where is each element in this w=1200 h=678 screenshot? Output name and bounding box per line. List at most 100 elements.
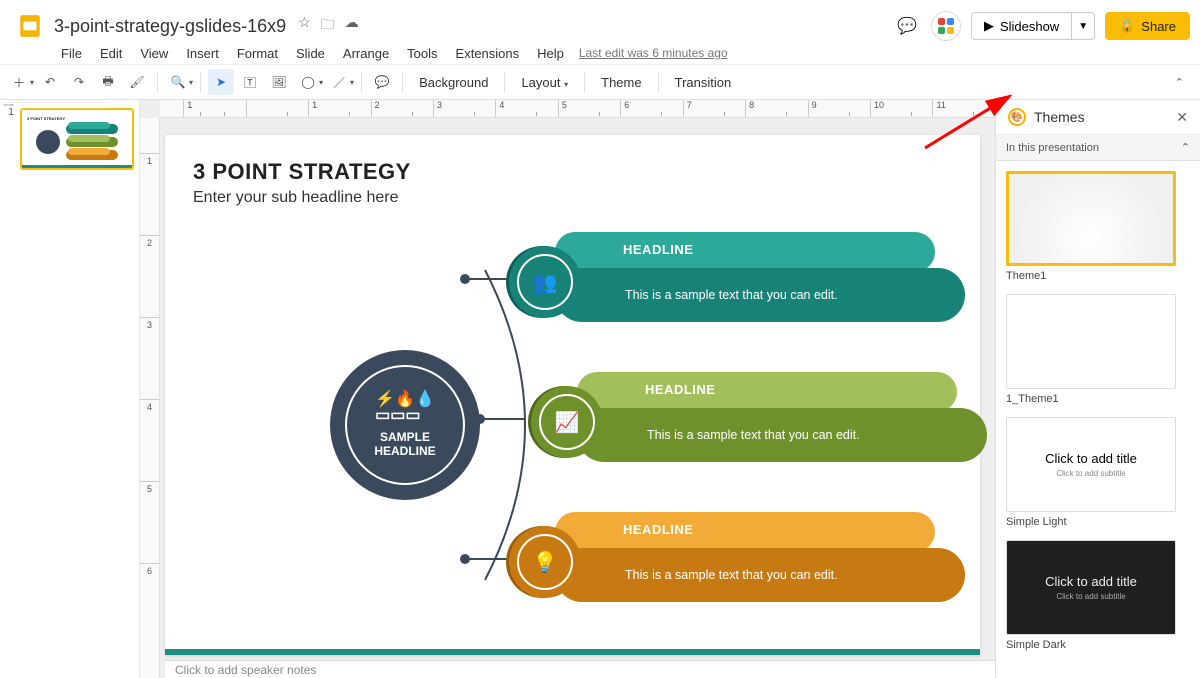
- menu-format[interactable]: Format: [228, 44, 287, 63]
- theme-card-simple-light[interactable]: Click to add title Click to add subtitle: [1006, 417, 1176, 512]
- meet-button[interactable]: [931, 11, 961, 41]
- new-slide-button[interactable]: ＋: [6, 69, 32, 95]
- undo-button[interactable]: ↶: [37, 69, 63, 95]
- ruler-tick: 5: [558, 100, 620, 117]
- idea-icon: 💡: [517, 534, 573, 590]
- theme-button[interactable]: Theme: [592, 75, 650, 90]
- growth-icon: 📈: [539, 394, 595, 450]
- comments-icon[interactable]: 💬: [893, 12, 921, 40]
- branch-3[interactable]: HEADLINE This is a sample text that you …: [503, 510, 963, 605]
- select-tool[interactable]: ➤: [208, 69, 234, 95]
- branch-1[interactable]: HEADLINE This is a sample text that you …: [503, 230, 963, 325]
- slideshow-label: Slideshow: [1000, 19, 1059, 34]
- menu-view[interactable]: View: [131, 44, 177, 63]
- image-tool[interactable]: 🖼: [266, 69, 292, 95]
- ruler-tick: 4: [140, 399, 159, 481]
- share-button[interactable]: 🔒 Share: [1105, 12, 1190, 40]
- slides-logo[interactable]: [10, 6, 50, 46]
- themes-panel: 🎨 Themes ✕ In this presentation ⌃ Theme1…: [995, 100, 1200, 678]
- redo-button[interactable]: ↷: [66, 69, 92, 95]
- branch-1-headline: HEADLINE: [623, 242, 693, 257]
- center-text-1: SAMPLE: [380, 430, 430, 444]
- themes-section-header[interactable]: In this presentation ⌃: [996, 135, 1200, 161]
- chevron-down-icon: ▾: [564, 80, 568, 89]
- theme-label: Theme1: [1006, 270, 1190, 282]
- lock-icon: 🔒: [1119, 18, 1135, 34]
- slide-bottom-border: [165, 649, 980, 655]
- chevron-up-icon: ⌃: [1181, 141, 1190, 154]
- layout-button[interactable]: Layout ▾: [512, 75, 577, 90]
- star-icon[interactable]: ☆: [298, 14, 311, 38]
- textbox-tool[interactable]: 🅃: [237, 69, 263, 95]
- ruler-tick: 4: [495, 100, 557, 117]
- theme-sample-subtitle: Click to add subtitle: [1056, 592, 1125, 601]
- share-label: Share: [1141, 19, 1176, 34]
- ruler-tick: 9: [808, 100, 870, 117]
- ruler-vertical: 1 2 3 4 5 6: [140, 118, 160, 678]
- print-button[interactable]: 🖶: [95, 69, 121, 95]
- branch-1-body: This is a sample text that you can edit.: [625, 288, 838, 302]
- slide-thumbnail-1[interactable]: 3 POINT STRATEGY: [20, 108, 134, 170]
- ruler-tick: 7: [683, 100, 745, 117]
- background-button[interactable]: Background: [410, 75, 497, 90]
- menu-help[interactable]: Help: [528, 44, 573, 63]
- theme-sample-title: Click to add title: [1045, 574, 1137, 589]
- slide-canvas[interactable]: 3 POINT STRATEGY Enter your sub headline…: [165, 135, 980, 655]
- menu-arrange[interactable]: Arrange: [334, 44, 398, 63]
- toolbar: ＋▾ ↶ ↷ 🖶 🖌 🔍▾ ➤ 🅃 🖼 ◯▾ ／▾ 💬 Background L…: [0, 64, 1200, 100]
- close-icon[interactable]: ✕: [1176, 109, 1188, 126]
- theme-card-theme1[interactable]: [1006, 171, 1176, 266]
- transition-button[interactable]: Transition: [666, 75, 741, 90]
- branch-3-headline: HEADLINE: [623, 522, 693, 537]
- theme-label: Simple Light: [1006, 516, 1190, 528]
- zoom-button[interactable]: 🔍: [165, 69, 191, 95]
- comment-tool[interactable]: 💬: [369, 69, 395, 95]
- center-text-2: HEADLINE: [374, 444, 435, 458]
- branch-2-body: This is a sample text that you can edit.: [647, 428, 860, 442]
- themes-title: Themes: [1034, 109, 1168, 125]
- energy-icon: ⚡🔥💧▭▭▭: [375, 392, 435, 424]
- branch-2[interactable]: HEADLINE This is a sample text that you …: [525, 370, 985, 465]
- paint-format-button[interactable]: 🖌: [124, 69, 150, 95]
- ruler-tick: 1: [308, 100, 370, 117]
- ruler-tick: 10: [870, 100, 932, 117]
- cloud-icon[interactable]: ☁: [345, 14, 359, 38]
- themes-icon: 🎨: [1008, 108, 1026, 126]
- svg-text:3 POINT STRATEGY: 3 POINT STRATEGY: [27, 116, 65, 121]
- themes-section-label: In this presentation: [1006, 142, 1099, 154]
- ruler-tick: 5: [140, 481, 159, 563]
- theme-sample-subtitle: Click to add subtitle: [1056, 469, 1125, 478]
- menu-tools[interactable]: Tools: [398, 44, 446, 63]
- slideshow-button[interactable]: ▶ Slideshow: [971, 12, 1072, 40]
- collapse-toolbar-icon[interactable]: ⌃: [1175, 76, 1194, 89]
- ruler-tick: [246, 100, 308, 117]
- menu-extensions[interactable]: Extensions: [447, 44, 529, 63]
- ruler-tick: 6: [620, 100, 682, 117]
- doc-title[interactable]: 3-point-strategy-gslides-16x9: [54, 16, 286, 37]
- slideshow-dropdown[interactable]: ▼: [1072, 12, 1095, 40]
- theme-card-simple-dark[interactable]: Click to add title Click to add subtitle: [1006, 540, 1176, 635]
- slide-title[interactable]: 3 POINT STRATEGY: [193, 159, 980, 185]
- menubar: File Edit View Insert Format Slide Arran…: [0, 42, 1200, 64]
- line-tool[interactable]: ／: [326, 69, 352, 95]
- ruler-tick: 1: [183, 100, 245, 117]
- theme-sample-title: Click to add title: [1045, 451, 1137, 466]
- slide-subtitle[interactable]: Enter your sub headline here: [193, 189, 980, 207]
- move-icon[interactable]: 🗀: [321, 14, 335, 38]
- last-edit-status[interactable]: Last edit was 6 minutes ago: [579, 46, 728, 60]
- speaker-notes[interactable]: Click to add speaker notes: [165, 660, 995, 678]
- theme-card-1theme1[interactable]: [1006, 294, 1176, 389]
- menu-insert[interactable]: Insert: [177, 44, 228, 63]
- menu-slide[interactable]: Slide: [287, 44, 334, 63]
- ruler-tick: 2: [371, 100, 433, 117]
- canvas-area[interactable]: 1 1 2 3 4 5 6 7 8 9 10 11 1 2 3 4 5 6 3 …: [140, 100, 995, 678]
- branch-3-body: This is a sample text that you can edit.: [625, 568, 838, 582]
- menu-edit[interactable]: Edit: [91, 44, 131, 63]
- menu-file[interactable]: File: [52, 44, 91, 63]
- ruler-tick: 11: [932, 100, 994, 117]
- present-icon: ▶: [984, 18, 994, 34]
- shape-tool[interactable]: ◯: [295, 69, 321, 95]
- layout-label: Layout: [521, 75, 560, 90]
- branch-2-headline: HEADLINE: [645, 382, 715, 397]
- ruler-tick: 3: [140, 317, 159, 399]
